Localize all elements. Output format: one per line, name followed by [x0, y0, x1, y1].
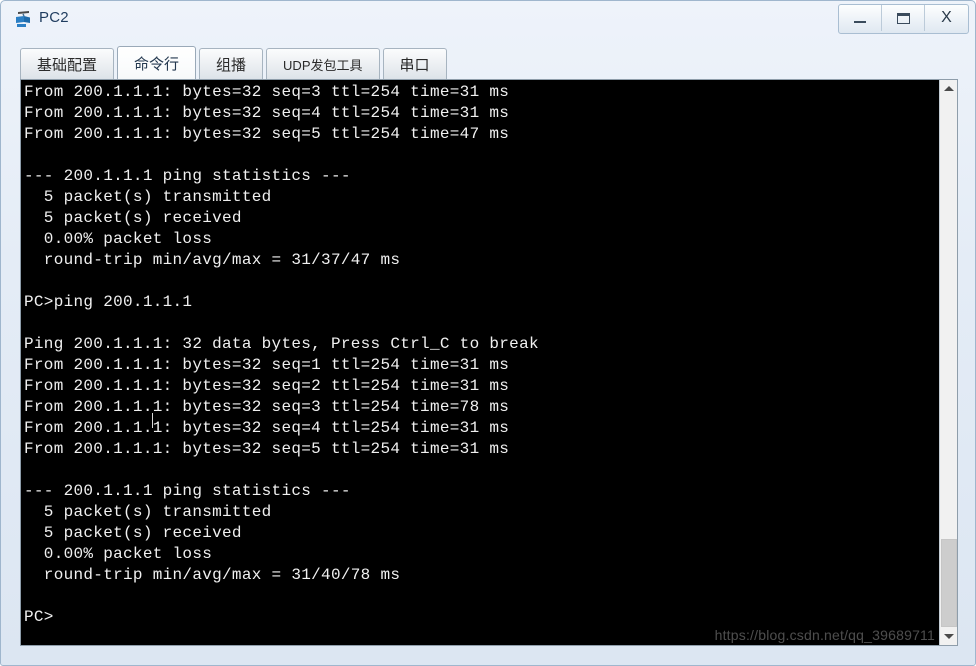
terminal-line: From 200.1.1.1: bytes=32 seq=1 ttl=254 t… [24, 356, 510, 374]
tab-label: 基础配置 [37, 56, 98, 74]
tab-label: UDP发包工具 [283, 57, 363, 73]
terminal-line: Ping 200.1.1.1: 32 data bytes, Press Ctr… [24, 335, 539, 353]
terminal-text: From 200.1.1.1: bytes=32 seq=3 ttl=254 t… [24, 82, 539, 628]
close-icon: X [941, 9, 952, 26]
tab-udp-tool[interactable]: UDP发包工具 [266, 48, 380, 79]
title-bar: PC2 X [1, 1, 976, 37]
terminal-line: PC> [24, 608, 54, 626]
terminal-line: 5 packet(s) transmitted [24, 188, 272, 206]
terminal-line: --- 200.1.1.1 ping statistics --- [24, 482, 351, 500]
terminal-line: 5 packet(s) received [24, 209, 242, 227]
terminal-line: --- 200.1.1.1 ping statistics --- [24, 167, 351, 185]
terminal-line: PC>ping 200.1.1.1 [24, 293, 193, 311]
terminal-line: From 200.1.1.1: bytes=32 seq=3 ttl=254 t… [24, 398, 510, 416]
scroll-down-button[interactable] [940, 628, 957, 645]
maximize-button[interactable] [882, 5, 925, 31]
maximize-icon [896, 12, 910, 24]
watermark-text: https://blog.csdn.net/qq_39689711 [714, 627, 935, 643]
network-device-icon [13, 8, 35, 30]
tab-label: 命令行 [134, 55, 180, 73]
tab-multicast[interactable]: 组播 [199, 48, 264, 79]
terminal-output[interactable]: From 200.1.1.1: bytes=32 seq=3 ttl=254 t… [21, 80, 939, 645]
terminal-line: From 200.1.1.1: bytes=32 seq=2 ttl=254 t… [24, 377, 510, 395]
pc2-window: PC2 X 基础配置 命令行 组播 UDP发包工具 串口 From 200.1.… [0, 0, 976, 666]
window-title: PC2 [39, 9, 69, 26]
chevron-down-icon [943, 634, 954, 639]
tab-basic-config[interactable]: 基础配置 [20, 48, 115, 79]
terminal-line: round-trip min/avg/max = 31/37/47 ms [24, 251, 401, 269]
terminal-line: From 200.1.1.1: bytes=32 seq=5 ttl=254 t… [24, 125, 510, 143]
scroll-up-button[interactable] [940, 80, 957, 97]
terminal-line: 5 packet(s) transmitted [24, 503, 272, 521]
terminal-line: From 200.1.1.1: bytes=32 seq=5 ttl=254 t… [24, 440, 510, 458]
minimize-button[interactable] [839, 5, 882, 31]
terminal-scrollbar[interactable] [939, 80, 957, 645]
tab-serial-port[interactable]: 串口 [382, 48, 447, 79]
terminal-line: From 200.1.1.1: bytes=32 seq=3 ttl=254 t… [24, 83, 510, 101]
terminal-line: 0.00% packet loss [24, 545, 213, 563]
chevron-up-icon [943, 86, 954, 91]
terminal-line: round-trip min/avg/max = 31/40/78 ms [24, 566, 401, 584]
terminal-line: From 200.1.1.1: bytes=32 seq=4 ttl=254 t… [24, 419, 510, 437]
tab-command-line[interactable]: 命令行 [117, 46, 197, 79]
tab-bar: 基础配置 命令行 组播 UDP发包工具 串口 [20, 46, 450, 79]
close-button[interactable]: X [925, 5, 968, 31]
text-caret [152, 413, 153, 428]
terminal-line: 5 packet(s) received [24, 524, 242, 542]
terminal-line: From 200.1.1.1: bytes=32 seq=4 ttl=254 t… [24, 104, 510, 122]
terminal-line: 0.00% packet loss [24, 230, 213, 248]
window-controls: X [838, 4, 969, 34]
tab-label: 组播 [216, 56, 247, 74]
terminal-panel: From 200.1.1.1: bytes=32 seq=3 ttl=254 t… [20, 79, 958, 646]
minimize-icon [854, 21, 866, 23]
scrollbar-thumb[interactable] [941, 539, 957, 627]
tab-label: 串口 [399, 56, 430, 74]
